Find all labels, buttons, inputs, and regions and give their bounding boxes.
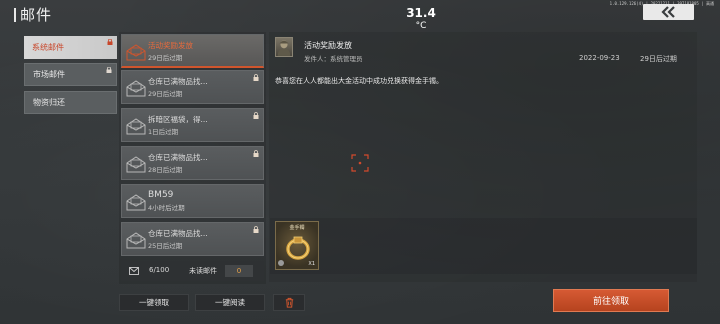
delete-button[interactable] [273, 294, 305, 311]
unread-label: 未读邮件 [189, 267, 217, 275]
mail-expiry: 1日后过期 [148, 128, 179, 136]
mail-expiry: 4小时后过期 [148, 204, 185, 212]
mail-title: 活动奖励发放 [148, 41, 193, 50]
tab-label: 市场邮件 [33, 70, 65, 79]
item-quantity: X1 [308, 261, 315, 267]
open-envelope-icon [126, 194, 146, 211]
mail-detail-title: 活动奖励发放 [304, 41, 352, 50]
open-envelope-icon [126, 156, 146, 173]
tab-market-mail[interactable]: 市场邮件 [24, 63, 117, 86]
mail-expiry: 29日后过期 [148, 54, 183, 62]
mail-title: 仓库已满物品找... [148, 77, 208, 86]
mail-item[interactable]: 仓库已满物品找... 25日后过期 [121, 222, 264, 256]
claim-button[interactable]: 前往领取 [553, 289, 669, 312]
trash-icon [285, 297, 293, 308]
unread-count-badge: 0 [225, 265, 253, 277]
open-envelope-icon [126, 118, 146, 135]
lock-icon [253, 226, 259, 233]
temperature-unit: °C [415, 21, 427, 31]
open-envelope-icon [126, 80, 146, 97]
claim-all-button[interactable]: 一键领取 [119, 294, 189, 311]
item-rarity-dot [278, 260, 284, 266]
sender-avatar [275, 37, 293, 57]
mail-expiry: 28日后过期 [148, 166, 183, 174]
crosshair-icon [351, 154, 369, 172]
back-button[interactable] [643, 4, 694, 20]
gold-bracelet-icon [286, 236, 310, 260]
mail-item[interactable]: 拆暗区福袋，得... 1日后过期 [121, 108, 264, 142]
mail-body: 恭喜您在人人都能出大金活动中成功兑换获得金手镯。 [275, 77, 443, 85]
lock-icon [106, 67, 112, 73]
read-all-button[interactable]: 一键阅读 [195, 294, 265, 311]
mail-list: 活动奖励发放 29日后过期 仓库已满物品找... 29日后过期 拆暗区福袋，得.… [119, 32, 266, 284]
mail-item[interactable]: 仓库已满物品找... 28日后过期 [121, 146, 264, 180]
page-title: 邮件 [20, 6, 53, 24]
tab-item-return[interactable]: 物资归还 [24, 91, 117, 114]
temperature-readout: 31.4 °C [398, 7, 444, 31]
tab-label: 物资归还 [33, 98, 65, 107]
mail-expiry: 29日后过期 [148, 90, 183, 98]
mail-item[interactable]: 仓库已满物品找... 29日后过期 [121, 70, 264, 104]
mail-expiry: 29日后过期 [640, 55, 677, 63]
lock-icon [253, 112, 259, 119]
open-envelope-icon [126, 44, 146, 61]
sender-label: 发件人：系统管理员 [304, 55, 363, 63]
tab-system-mail[interactable]: 系统邮件 [24, 36, 117, 59]
mail-date: 2022-09-23 [579, 54, 620, 62]
attachment-item[interactable]: 金手镯 X1 [275, 221, 319, 270]
item-name: 金手镯 [289, 225, 305, 231]
mail-title: 仓库已满物品找... [148, 229, 208, 238]
temperature-value: 31.4 [406, 6, 436, 20]
mail-item[interactable]: BM59 4小时后过期 [121, 184, 264, 218]
mail-title: BM59 [148, 190, 174, 200]
soldier-avatar-icon [277, 40, 291, 56]
double-chevron-left-icon [660, 6, 675, 18]
lock-icon [253, 74, 259, 81]
mail-counter-bar: 6/100 未读邮件 0 [121, 261, 264, 281]
mail-expiry: 25日后过期 [148, 242, 183, 250]
tab-label: 系统邮件 [32, 43, 64, 52]
mail-icon [129, 267, 139, 275]
mail-title: 拆暗区福袋，得... [148, 115, 208, 124]
lock-icon [107, 39, 113, 45]
title-accent [14, 8, 16, 22]
lock-icon [253, 150, 259, 157]
mail-title: 仓库已满物品找... [148, 153, 208, 162]
mail-item[interactable]: 活动奖励发放 29日后过期 [121, 34, 264, 68]
mail-count: 6/100 [149, 266, 170, 274]
open-envelope-icon [126, 232, 146, 249]
attachment-row [270, 218, 697, 274]
